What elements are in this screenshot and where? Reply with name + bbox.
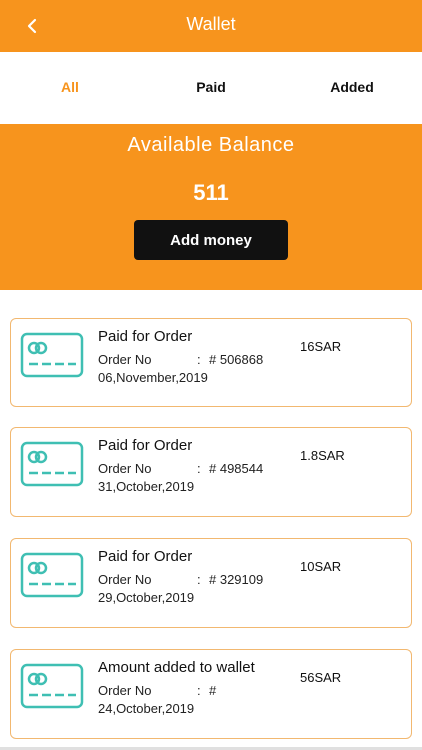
- transaction-title: Paid for Order: [98, 548, 193, 565]
- order-number-value: # 506868: [209, 352, 264, 367]
- transaction-card[interactable]: Paid for Order Order No : # 506868 06,No…: [10, 318, 412, 407]
- tab-all[interactable]: All: [30, 79, 110, 95]
- transaction-title: Paid for Order: [98, 328, 193, 345]
- transaction-date: 06,November,2019: [98, 370, 208, 385]
- order-number-separator: :: [197, 352, 201, 367]
- credit-card-icon: [20, 441, 84, 487]
- top-app-bar: Wallet: [0, 0, 422, 52]
- transaction-date: 29,October,2019: [98, 590, 195, 605]
- order-number-label: Order No: [98, 352, 152, 367]
- add-money-button[interactable]: Add money: [134, 220, 288, 260]
- balance-label: Available Balance: [127, 134, 295, 156]
- credit-card-icon: [20, 663, 84, 709]
- balance-value: 511: [193, 180, 229, 205]
- tab-paid[interactable]: Paid: [171, 79, 251, 95]
- order-number-separator: :: [197, 683, 201, 698]
- filter-tabs: All Paid Added: [0, 52, 422, 124]
- balance-panel: Available Balance 511 Add money: [0, 124, 422, 290]
- credit-card-icon: [20, 332, 84, 378]
- credit-card-icon: [20, 552, 84, 598]
- transaction-title: Paid for Order: [98, 437, 193, 454]
- order-number-label: Order No: [98, 461, 152, 476]
- transaction-card[interactable]: Amount added to wallet Order No : # 24,O…: [10, 649, 412, 739]
- transaction-amount: 10SAR: [300, 559, 342, 574]
- transaction-amount: 1.8SAR: [300, 448, 345, 463]
- tab-added[interactable]: Added: [312, 79, 392, 95]
- order-number-separator: :: [197, 572, 201, 587]
- order-number-label: Order No: [98, 572, 152, 587]
- order-number-value: #: [209, 683, 217, 698]
- transaction-date: 24,October,2019: [98, 701, 195, 716]
- page-title: Wallet: [186, 14, 236, 34]
- transaction-amount: 16SAR: [300, 339, 342, 354]
- order-number-separator: :: [197, 461, 201, 476]
- transaction-amount: 56SAR: [300, 670, 342, 685]
- transaction-title: Amount added to wallet: [98, 659, 255, 676]
- transaction-list[interactable]: Paid for Order Order No : # 506868 06,No…: [0, 290, 422, 750]
- order-number-value: # 498544: [209, 461, 264, 476]
- transaction-card[interactable]: Paid for Order Order No : # 329109 29,Oc…: [10, 538, 412, 628]
- order-number-value: # 329109: [209, 572, 264, 587]
- order-number-label: Order No: [98, 683, 152, 698]
- transaction-date: 31,October,2019: [98, 479, 195, 494]
- transaction-card[interactable]: Paid for Order Order No : # 498544 31,Oc…: [10, 427, 412, 517]
